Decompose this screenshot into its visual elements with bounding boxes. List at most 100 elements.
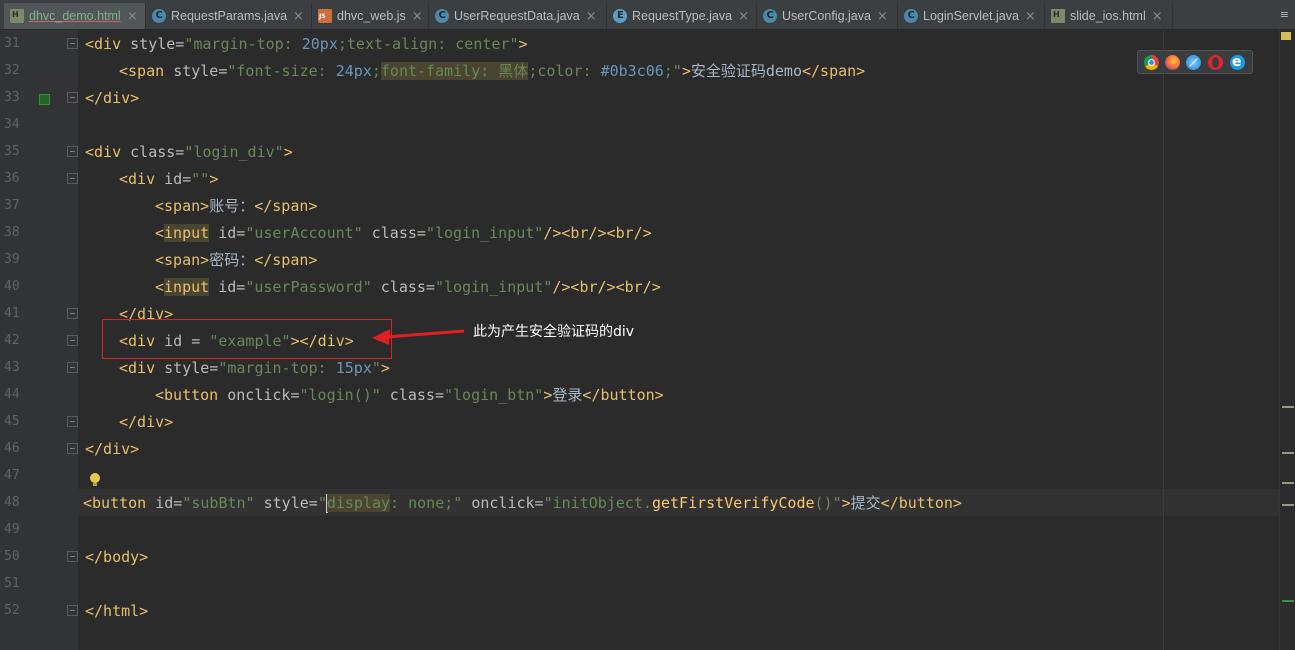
error-stripe-scrollbar[interactable] [1279, 30, 1295, 650]
code-line-46: </div> [85, 440, 140, 458]
tab-label: UserConfig.java [782, 9, 871, 23]
tab-dhvc-web-js[interactable]: dhvc_web.js × [312, 3, 429, 29]
tab-requesttype-java[interactable]: RequestType.java × [607, 3, 757, 29]
close-icon[interactable]: × [293, 9, 304, 24]
line-number: 52 [4, 603, 20, 618]
line-number: 42 [4, 333, 20, 348]
stripe-marker[interactable] [1282, 452, 1294, 454]
fold-toggle-icon[interactable] [67, 92, 78, 103]
code-line-45: </div> [119, 413, 174, 431]
tab-label: dhvc_demo.html [29, 9, 121, 23]
java-class-icon [435, 9, 449, 23]
line-number: 48 [4, 495, 20, 510]
close-icon[interactable]: × [127, 9, 138, 24]
fold-toggle-icon[interactable] [67, 146, 78, 157]
stripe-marker[interactable] [1282, 600, 1294, 602]
code-line-52: </html> [85, 602, 149, 620]
java-enum-icon [613, 9, 627, 23]
opera-icon[interactable] [1208, 55, 1223, 70]
tab-label: UserRequestData.java [454, 9, 580, 23]
code-line-33: </div> [85, 89, 140, 107]
fold-toggle-icon[interactable] [67, 416, 78, 427]
fold-toggle-icon[interactable] [67, 38, 78, 49]
code-line-50: </body> [85, 548, 149, 566]
inspection-status-icon[interactable] [1281, 32, 1291, 40]
line-number: 39 [4, 252, 20, 267]
fold-toggle-icon[interactable] [67, 605, 78, 616]
code-line-35: <div class="login_div"> [85, 143, 293, 161]
fold-toggle-icon[interactable] [67, 551, 78, 562]
stripe-marker[interactable] [1282, 504, 1294, 506]
fold-toggle-icon[interactable] [67, 173, 78, 184]
html-file-icon [10, 9, 24, 23]
tab-userconfig-java[interactable]: UserConfig.java × [757, 3, 898, 29]
line-number: 50 [4, 549, 20, 564]
line-number: 46 [4, 441, 20, 456]
line-number: 44 [4, 387, 20, 402]
tab-loginservlet-java[interactable]: LoginServlet.java × [898, 3, 1045, 29]
line-number: 41 [4, 306, 20, 321]
ie-icon[interactable]: e [1230, 54, 1245, 70]
lightbulb-icon[interactable] [90, 473, 100, 486]
line-number: 51 [4, 576, 20, 591]
tab-slide-ios-html[interactable]: slide_ios.html × [1045, 3, 1173, 29]
annotation-label: 此为产生安全验证码的div [473, 324, 635, 340]
line-number: 33 [4, 90, 20, 105]
annotation-arrow-icon [372, 329, 465, 345]
html-file-icon [1051, 9, 1065, 23]
annotation-highlight-box [102, 319, 392, 359]
close-icon[interactable]: × [877, 9, 888, 24]
code-line-37: <span>账号：</span> [155, 197, 318, 215]
close-icon[interactable]: × [586, 9, 597, 24]
fold-toggle-icon[interactable] [67, 335, 78, 346]
line-number: 35 [4, 144, 20, 159]
firefox-icon[interactable] [1165, 55, 1180, 70]
code-line-40: <input id="userPassword" class="login_in… [155, 278, 661, 296]
line-number: 34 [4, 117, 20, 132]
editor-tab-bar: dhvc_demo.html × RequestParams.java × dh… [0, 0, 1295, 30]
safari-icon[interactable] [1186, 55, 1201, 70]
tab-requestparams-java[interactable]: RequestParams.java × [146, 3, 312, 29]
code-line-39: <span>密码：</span> [155, 251, 318, 269]
java-class-icon [763, 9, 777, 23]
line-number: 36 [4, 171, 20, 186]
close-icon[interactable]: × [1152, 9, 1163, 24]
line-number: 47 [4, 468, 20, 483]
editor-gutter[interactable]: 31 32 33 34 35 36 37 38 39 40 41 42 43 44 45 46 47 48 49 50… [0, 30, 78, 650]
code-line-43: <div style="margin-top: 15px"> [119, 359, 390, 377]
tab-label: LoginServlet.java [923, 9, 1019, 23]
line-number: 40 [4, 279, 20, 294]
close-icon[interactable]: × [738, 9, 749, 24]
stripe-marker[interactable] [1282, 482, 1294, 484]
tab-overflow-menu-icon[interactable]: ≡ [1280, 8, 1289, 21]
color-preview-icon [39, 94, 50, 105]
js-file-icon [318, 9, 332, 23]
java-class-icon [904, 9, 918, 23]
tab-userrequestdata-java[interactable]: UserRequestData.java × [429, 3, 607, 29]
close-icon[interactable]: × [1025, 9, 1036, 24]
code-line-48: <button id="subBtn" style="display: none… [83, 494, 962, 513]
tab-label: dhvc_web.js [337, 9, 406, 23]
code-line-36: <div id=""> [119, 170, 219, 188]
java-class-icon [152, 9, 166, 23]
line-number: 49 [4, 522, 20, 537]
tab-label: RequestType.java [632, 9, 733, 23]
code-line-38: <input id="userAccount" class="login_inp… [155, 224, 652, 242]
tab-label: slide_ios.html [1070, 9, 1146, 23]
fold-toggle-icon[interactable] [67, 308, 78, 319]
fold-toggle-icon[interactable] [67, 362, 78, 373]
stripe-marker[interactable] [1282, 406, 1294, 408]
tab-label: RequestParams.java [171, 9, 288, 23]
tab-dhvc-demo-html[interactable]: dhvc_demo.html × [4, 3, 146, 29]
fold-toggle-icon[interactable] [67, 443, 78, 454]
line-number: 38 [4, 225, 20, 240]
chrome-icon[interactable] [1144, 55, 1159, 70]
browser-preview-bar: e [1137, 50, 1253, 74]
close-icon[interactable]: × [412, 9, 423, 24]
line-number: 31 [4, 36, 20, 51]
line-number: 37 [4, 198, 20, 213]
code-line-32: <span style="font-size: 24px;font-family… [119, 62, 866, 80]
line-number: 43 [4, 360, 20, 375]
right-margin-guide [1163, 30, 1164, 650]
line-number: 32 [4, 63, 20, 78]
